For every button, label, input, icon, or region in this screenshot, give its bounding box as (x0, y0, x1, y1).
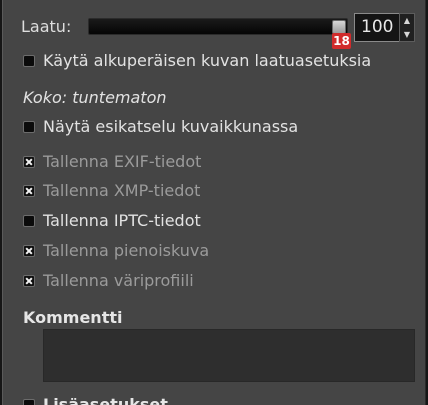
save-iptc-checkbox[interactable] (23, 214, 35, 227)
quality-slider-handle[interactable] (332, 20, 346, 34)
spin-up-icon[interactable]: ▲ (400, 14, 414, 27)
advanced-options-label: Lisäasetukset (43, 395, 168, 405)
quality-spinbox[interactable]: 100 (354, 13, 402, 42)
quality-slider[interactable] (88, 18, 348, 35)
save-exif-label: Tallenna EXIF-tiedot (43, 152, 202, 171)
save-exif-checkbox[interactable] (23, 155, 35, 168)
quality-value[interactable]: 100 (361, 17, 393, 37)
show-preview-label: Näytä esikatselu kuvaikkunassa (43, 117, 299, 136)
use-original-quality-option[interactable]: Käytä alkuperäisen kuvan laatuasetuksia (23, 51, 371, 70)
spin-down-icon[interactable]: ▼ (400, 28, 414, 41)
save-thumbnail-option[interactable]: Tallenna pienoiskuva (23, 241, 209, 260)
show-preview-checkbox[interactable] (23, 120, 35, 133)
save-color-profile-option[interactable]: Tallenna väriprofiili (23, 271, 194, 290)
save-color-profile-label: Tallenna väriprofiili (43, 271, 194, 290)
save-thumbnail-checkbox[interactable] (23, 244, 35, 257)
save-iptc-option[interactable]: Tallenna IPTC-tiedot (23, 211, 201, 230)
use-original-quality-checkbox[interactable] (23, 54, 35, 67)
quality-spin-buttons: ▲ ▼ (399, 13, 415, 42)
jpeg-export-panel: Laatu: 18 100 ▲ ▼ Käytä alkuperäisen kuv… (2, 0, 426, 405)
comment-heading: Kommentti (23, 308, 123, 327)
quality-badge: 18 (332, 33, 351, 49)
use-original-quality-label: Käytä alkuperäisen kuvan laatuasetuksia (43, 51, 372, 70)
advanced-options-expander[interactable]: Lisäasetukset (23, 395, 168, 405)
save-iptc-label: Tallenna IPTC-tiedot (43, 211, 201, 230)
save-xmp-label: Tallenna XMP-tiedot (43, 181, 201, 200)
save-exif-option[interactable]: Tallenna EXIF-tiedot (23, 152, 201, 171)
comment-textarea[interactable] (43, 329, 415, 382)
save-thumbnail-label: Tallenna pienoiskuva (43, 241, 210, 260)
quality-slider-fill (89, 19, 347, 34)
save-xmp-option[interactable]: Tallenna XMP-tiedot (23, 181, 200, 200)
quality-label: Laatu: (21, 17, 72, 36)
show-preview-option[interactable]: Näytä esikatselu kuvaikkunassa (23, 117, 298, 136)
save-xmp-checkbox[interactable] (23, 184, 35, 197)
advanced-options-checkbox[interactable] (23, 398, 35, 405)
save-color-profile-checkbox[interactable] (23, 274, 35, 287)
file-size-text: Koko: tuntematon (23, 88, 167, 107)
